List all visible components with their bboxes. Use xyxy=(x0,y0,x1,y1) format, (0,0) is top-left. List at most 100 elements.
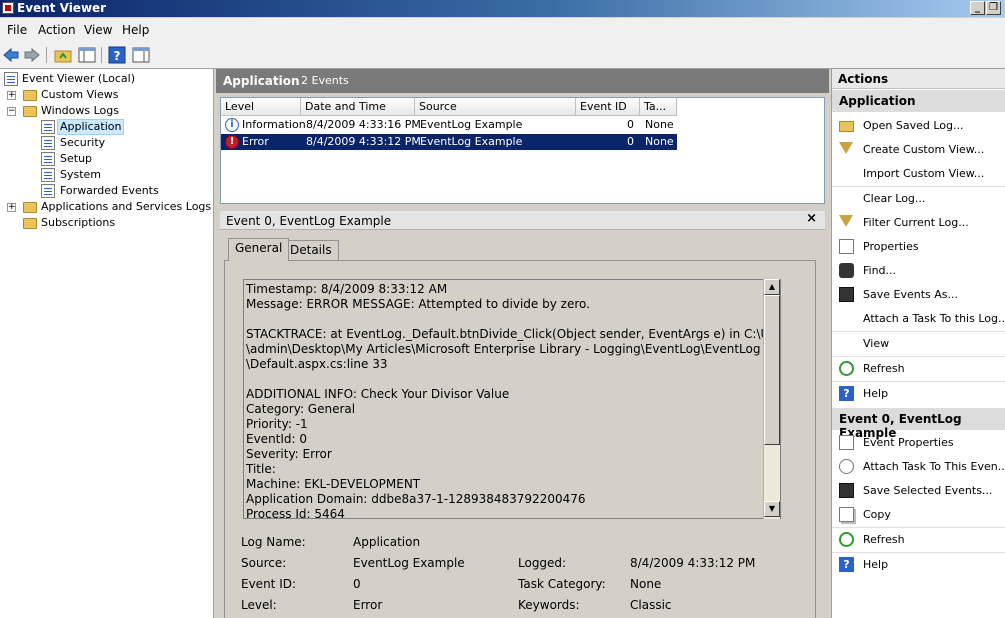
level-label: Level: xyxy=(241,598,277,612)
event-viewer-icon xyxy=(4,72,18,86)
filter-icon xyxy=(839,142,853,154)
menu-action[interactable]: Action xyxy=(38,23,76,37)
action-help[interactable]: ? Help xyxy=(832,383,1005,405)
action-save-selected-events[interactable]: Save Selected Events... xyxy=(832,480,1005,502)
tab-details[interactable]: Details xyxy=(283,240,339,261)
log-header: Application 2 Events xyxy=(216,69,829,93)
menu-bar: File Action View Help xyxy=(0,18,1005,42)
title-bar: Event Viewer _ ❐ xyxy=(0,0,1005,17)
action-properties[interactable]: Properties xyxy=(832,236,1005,258)
action-find[interactable]: Find... xyxy=(832,260,1005,282)
action-view[interactable]: View xyxy=(832,333,1005,355)
actions-title: Actions xyxy=(832,69,1005,89)
message-scrollbar[interactable]: ▲ ▼ xyxy=(763,279,780,519)
log-title: Application xyxy=(223,74,300,88)
column-header-task[interactable]: Ta... xyxy=(640,98,677,116)
folder-icon xyxy=(23,106,37,117)
column-header-event-id[interactable]: Event ID xyxy=(576,98,640,116)
refresh-icon xyxy=(839,361,854,376)
tree-item-windows-logs[interactable]: − Windows Logs xyxy=(0,103,200,119)
show-hide-action-pane-icon[interactable] xyxy=(132,46,150,64)
tree-item-setup[interactable]: Setup xyxy=(0,151,200,167)
save-disk-icon xyxy=(839,287,854,302)
refresh-icon xyxy=(839,532,854,547)
log-icon xyxy=(41,136,55,150)
help-icon[interactable]: ? xyxy=(108,46,126,64)
help-icon: ? xyxy=(839,386,854,401)
actions-section-application[interactable]: Application xyxy=(832,90,1005,112)
actions-pane: Actions Application Open Saved Log... Cr… xyxy=(831,69,1005,618)
action-attach-task-to-log[interactable]: Attach a Task To this Log... xyxy=(832,308,1005,330)
error-icon: ! xyxy=(225,135,239,149)
actions-section-event[interactable]: Event 0, EventLog Example xyxy=(832,408,1005,440)
scroll-down-icon[interactable]: ▼ xyxy=(764,501,780,517)
event-message-box[interactable]: Timestamp: 8/4/2009 8:33:12 AM Message: … xyxy=(243,279,781,519)
open-folder-icon xyxy=(839,121,854,132)
collapse-icon[interactable]: − xyxy=(7,107,16,116)
folder-icon xyxy=(23,202,37,213)
action-save-events-as[interactable]: Save Events As... xyxy=(832,284,1005,306)
action-open-saved-log[interactable]: Open Saved Log... xyxy=(832,115,1005,137)
expand-icon[interactable]: + xyxy=(7,91,16,100)
column-header-level[interactable]: Level xyxy=(221,98,301,116)
action-event-properties[interactable]: Event Properties xyxy=(832,432,1005,454)
close-icon[interactable]: × xyxy=(806,211,817,226)
window-title: Event Viewer xyxy=(17,1,107,15)
expand-icon[interactable]: + xyxy=(7,203,16,212)
table-row[interactable]: i Information 8/4/2009 4:33:16 PM EventL… xyxy=(221,117,677,133)
menu-file[interactable]: File xyxy=(7,23,27,37)
event-id-value: 0 xyxy=(353,577,361,591)
log-icon xyxy=(41,184,55,198)
level-value: Error xyxy=(353,598,383,612)
event-id-label: Event ID: xyxy=(241,577,297,591)
tree-item-custom-views[interactable]: + Custom Views xyxy=(0,87,200,103)
up-folder-icon[interactable] xyxy=(54,46,72,64)
svg-text:?: ? xyxy=(114,49,121,63)
folder-icon xyxy=(23,90,37,101)
help-icon: ? xyxy=(839,557,854,572)
action-refresh[interactable]: Refresh xyxy=(832,358,1005,380)
filter-icon xyxy=(839,215,853,227)
keywords-label: Keywords: xyxy=(518,598,580,612)
action-event-help[interactable]: ? Help xyxy=(832,554,1005,576)
task-category-value: None xyxy=(630,577,662,591)
folder-icon xyxy=(23,218,37,229)
tree-item-forwarded-events[interactable]: Forwarded Events xyxy=(0,183,200,199)
menu-help[interactable]: Help xyxy=(122,23,149,37)
scroll-thumb[interactable] xyxy=(764,295,780,445)
save-disk-icon xyxy=(839,483,854,498)
action-filter-current-log[interactable]: Filter Current Log... xyxy=(832,212,1005,234)
action-event-refresh[interactable]: Refresh xyxy=(832,529,1005,551)
minimize-button[interactable]: _ xyxy=(970,1,985,15)
task-clock-icon xyxy=(839,459,854,474)
action-clear-log[interactable]: Clear Log... xyxy=(832,188,1005,210)
tree-item-apps-services-logs[interactable]: + Applications and Services Logs xyxy=(0,199,211,215)
tree-item-application[interactable]: Application xyxy=(0,119,200,135)
logged-value: 8/4/2009 4:33:12 PM xyxy=(630,556,756,570)
action-create-custom-view[interactable]: Create Custom View... xyxy=(832,139,1005,161)
event-count: 2 Events xyxy=(301,74,349,87)
show-hide-tree-icon[interactable] xyxy=(78,46,96,64)
tree-item-root[interactable]: Event Viewer (Local) xyxy=(3,71,203,87)
menu-view[interactable]: View xyxy=(84,23,112,37)
scroll-up-icon[interactable]: ▲ xyxy=(764,279,780,295)
source-label: Source: xyxy=(241,556,287,570)
forward-arrow-icon[interactable] xyxy=(23,46,41,64)
action-import-custom-view[interactable]: Import Custom View... xyxy=(832,163,1005,185)
tab-general[interactable]: General xyxy=(228,238,290,261)
tree-item-system[interactable]: System xyxy=(0,167,200,183)
center-pane: Application 2 Events Level Date and Time… xyxy=(216,69,829,618)
column-header-date-time[interactable]: Date and Time xyxy=(301,98,415,116)
action-attach-task-to-event[interactable]: Attach Task To This Even... xyxy=(832,456,1005,478)
table-row[interactable]: ! Error 8/4/2009 4:33:12 PM EventLog Exa… xyxy=(221,134,677,150)
column-header-source[interactable]: Source xyxy=(415,98,576,116)
toolbar: ? xyxy=(0,42,1005,69)
properties-icon xyxy=(839,239,854,254)
tree-item-subscriptions[interactable]: Subscriptions xyxy=(0,215,200,231)
action-copy[interactable]: Copy xyxy=(832,504,1005,526)
back-arrow-icon[interactable] xyxy=(2,46,20,64)
log-icon xyxy=(41,152,55,166)
tree-item-security[interactable]: Security xyxy=(0,135,200,151)
restore-button[interactable]: ❐ xyxy=(986,1,1001,15)
properties-icon xyxy=(839,435,854,450)
